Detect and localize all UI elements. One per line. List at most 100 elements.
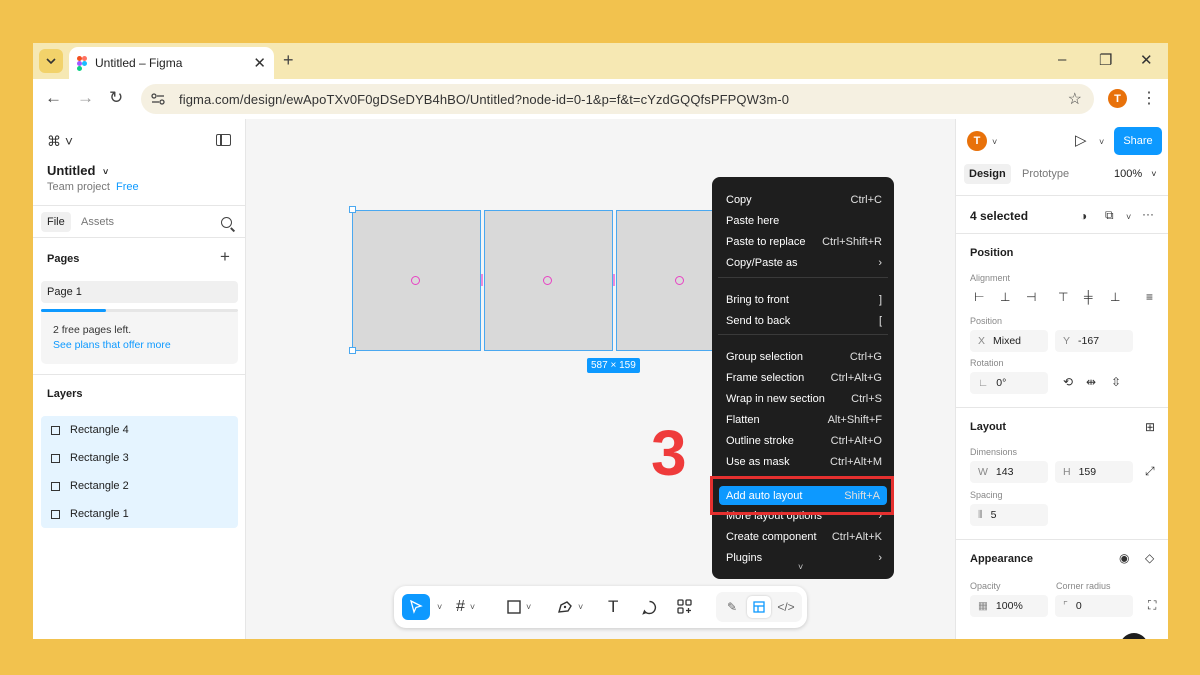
new-tab-button[interactable]: +: [283, 50, 294, 71]
tab-design[interactable]: Design: [964, 164, 1011, 184]
boolean-ops-icon[interactable]: ◑: [1080, 209, 1087, 223]
tab-prototype[interactable]: Prototype: [1017, 164, 1074, 184]
visibility-eye-icon[interactable]: ◉: [1119, 551, 1129, 565]
pen-tool[interactable]: ˅: [557, 594, 583, 620]
share-button[interactable]: Share: [1114, 127, 1162, 155]
browser-tab[interactable]: Untitled – Figma ✕: [69, 47, 274, 79]
align-middle-v-icon[interactable]: ╪: [1084, 290, 1093, 304]
move-tool-menu[interactable]: ˅: [432, 594, 442, 620]
add-page-icon[interactable]: +: [220, 247, 230, 267]
menu-item-create-component[interactable]: Create component Ctrl+Alt+K: [726, 531, 882, 543]
distribute-icon[interactable]: ≡: [1146, 290, 1153, 304]
tab-search-button[interactable]: [39, 49, 63, 73]
spacing-indicator[interactable]: [613, 274, 615, 286]
rectangle-2[interactable]: [484, 210, 613, 351]
design-mode-icon[interactable]: [747, 596, 771, 618]
menu-item-send-to-back[interactable]: Send to back [: [726, 315, 882, 327]
close-tab-icon[interactable]: ✕: [253, 54, 266, 72]
file-name[interactable]: Untitled ˅: [47, 163, 108, 178]
sidebar-toggle-icon[interactable]: [216, 134, 231, 146]
menu-item-paste-to-replace[interactable]: Paste to replace Ctrl+Shift+R: [726, 236, 882, 248]
frame-tool[interactable]: # ˅: [456, 594, 475, 620]
profile-avatar[interactable]: T: [1108, 89, 1127, 108]
height-field[interactable]: H 159: [1055, 461, 1133, 483]
align-right-icon[interactable]: ⊣: [1026, 290, 1036, 304]
menu-item-copy[interactable]: Copy Ctrl+C: [726, 194, 882, 206]
resize-handle[interactable]: [349, 347, 356, 354]
flip-horizontal-icon[interactable]: ⇹: [1086, 375, 1096, 389]
rotate-icon[interactable]: ⟲: [1063, 375, 1073, 389]
menu-item-frame-selection[interactable]: Frame selection Ctrl+Alt+G: [726, 372, 882, 384]
address-bar[interactable]: figma.com/design/ewApoTXv0F0gDSeDYB4hBO/…: [141, 84, 1094, 114]
align-center-h-icon[interactable]: ⊥: [1000, 290, 1010, 304]
spacing-indicator[interactable]: [481, 274, 483, 286]
scroll-more-icon[interactable]: ˅: [798, 562, 803, 572]
rectangle-1[interactable]: [352, 210, 481, 351]
menu-item-plugins[interactable]: Plugins ›: [726, 552, 882, 564]
restore-button[interactable]: ❐: [1099, 51, 1112, 69]
menu-item-paste-here[interactable]: Paste here: [726, 215, 882, 227]
spacing-field[interactable]: ⦀ 5: [970, 504, 1048, 526]
step-number: 3: [651, 417, 687, 489]
layout-grid-icon[interactable]: ⊞: [1145, 420, 1155, 434]
menu-item-use-as-mask[interactable]: Use as mask Ctrl+Alt+M: [726, 456, 882, 468]
component-icon[interactable]: ⧉: [1105, 208, 1114, 223]
plan-badge[interactable]: Free: [116, 181, 139, 193]
layer-item[interactable]: Rectangle 2: [41, 472, 238, 500]
align-top-icon[interactable]: ⊤: [1058, 290, 1068, 304]
forward-arrow-icon[interactable]: →: [77, 88, 94, 108]
text-tool[interactable]: T: [608, 594, 618, 620]
layer-item[interactable]: Rectangle 3: [41, 444, 238, 472]
dev-mode-icon[interactable]: </>: [774, 596, 798, 618]
close-window-button[interactable]: ✕: [1140, 51, 1153, 69]
more-options-icon[interactable]: ···: [1142, 207, 1154, 221]
blend-drop-icon[interactable]: ◇: [1145, 551, 1154, 565]
layer-item[interactable]: Rectangle 4: [41, 416, 238, 444]
menu-item-wrap-in-section[interactable]: Wrap in new section Ctrl+S: [726, 393, 882, 405]
corner-radius-field[interactable]: ⌜ 0: [1055, 595, 1133, 617]
comment-tool[interactable]: [642, 594, 657, 620]
menu-item-outline-stroke[interactable]: Outline stroke Ctrl+Alt+O: [726, 435, 882, 447]
minimize-button[interactable]: –: [1058, 51, 1066, 68]
opacity-field[interactable]: ▦ 100%: [970, 595, 1048, 617]
bookmark-star-icon[interactable]: ☆: [1068, 89, 1082, 109]
rotation-field[interactable]: ∟ 0°: [970, 372, 1048, 394]
help-button[interactable]: ?: [1120, 633, 1148, 639]
page-item[interactable]: Page 1: [41, 281, 238, 303]
constrain-proportions-icon[interactable]: ⤢: [1145, 464, 1155, 479]
menu-item-copy-paste-as[interactable]: Copy/Paste as ›: [726, 257, 882, 269]
zoom-level[interactable]: 100% ˅: [1114, 168, 1156, 180]
menu-item-flatten[interactable]: Flatten Alt+Shift+F: [726, 414, 882, 426]
chevron-down-icon[interactable]: ˅: [1099, 137, 1104, 147]
menu-item-label: Copy/Paste as: [726, 257, 798, 269]
browser-menu-icon[interactable]: ⋮: [1141, 88, 1157, 108]
flip-vertical-icon[interactable]: ⇳: [1111, 375, 1121, 389]
user-avatar[interactable]: T: [967, 131, 987, 151]
move-tool[interactable]: [402, 594, 430, 620]
draw-mode-icon[interactable]: ✎: [720, 596, 744, 618]
tab-assets[interactable]: Assets: [75, 212, 120, 232]
search-icon[interactable]: [221, 217, 232, 228]
chevron-down-icon[interactable]: ˅: [992, 137, 997, 147]
figma-menu-icon[interactable]: ⌘ ˅: [47, 133, 73, 150]
chevron-down-icon[interactable]: ˅: [1126, 212, 1131, 222]
present-play-icon[interactable]: ▷: [1075, 131, 1087, 149]
y-field[interactable]: Y -167: [1055, 330, 1133, 352]
resize-handle[interactable]: [349, 206, 356, 213]
independent-corners-icon[interactable]: ⛶: [1148, 598, 1156, 613]
shape-tool[interactable]: ˅: [507, 594, 531, 620]
actions-tool[interactable]: [677, 594, 693, 620]
menu-item-label: Bring to front: [726, 294, 789, 306]
see-plans-link[interactable]: See plans that offer more: [53, 339, 171, 351]
width-field[interactable]: W 143: [970, 461, 1048, 483]
menu-item-bring-to-front[interactable]: Bring to front]: [726, 294, 882, 306]
back-arrow-icon[interactable]: ←: [45, 88, 62, 108]
menu-item-group-selection[interactable]: Group selection Ctrl+G: [726, 351, 882, 363]
align-left-icon[interactable]: ⊢: [974, 290, 984, 304]
site-settings-icon[interactable]: [151, 93, 165, 105]
x-field[interactable]: X Mixed: [970, 330, 1048, 352]
tab-file[interactable]: File: [41, 212, 71, 232]
reload-icon[interactable]: ↻: [109, 88, 123, 108]
layer-item[interactable]: Rectangle 1: [41, 500, 238, 528]
align-bottom-icon[interactable]: ⊥: [1110, 290, 1120, 304]
